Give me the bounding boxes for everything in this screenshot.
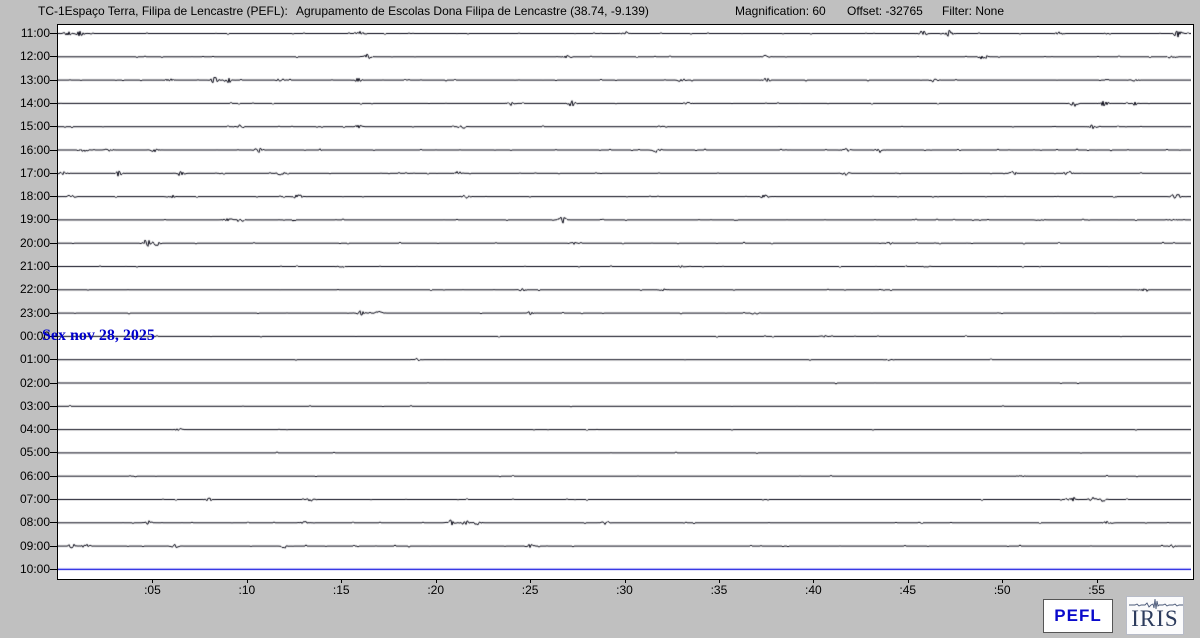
hour-label: 10:00 xyxy=(19,561,50,576)
hour-label: 23:00 xyxy=(19,305,50,320)
hour-tick xyxy=(50,79,58,81)
hour-label: 15:00 xyxy=(19,119,50,134)
hour-label: 21:00 xyxy=(19,259,50,273)
hour-tick xyxy=(50,33,58,34)
helicorder-window: TC-1Espaço Terra, Filipa de Lencastre (P… xyxy=(0,0,1200,638)
hour-tick xyxy=(50,382,58,384)
hour-tick xyxy=(50,196,58,198)
hour-label: 07:00 xyxy=(19,492,50,506)
hour-tick xyxy=(50,289,58,291)
hour-label: 19:00 xyxy=(19,212,50,227)
minute-label: :15 xyxy=(332,583,350,597)
minute-label: :40 xyxy=(804,583,822,597)
seismogram-traces[interactable] xyxy=(58,25,1191,577)
hour-label: 06:00 xyxy=(19,468,50,483)
hour-label: 20:00 xyxy=(19,235,50,250)
hour-tick xyxy=(50,545,58,547)
hour-label: 18:00 xyxy=(19,189,50,204)
hour-tick xyxy=(50,452,58,454)
hour-label: 08:00 xyxy=(19,515,50,530)
hour-tick xyxy=(50,312,58,314)
station-title: TC-1Espaço Terra, Filipa de Lencastre (P… xyxy=(38,4,288,18)
minute-label: :35 xyxy=(710,583,728,597)
minute-label: :45 xyxy=(899,583,917,597)
hour-label: 04:00 xyxy=(19,422,50,437)
hour-label: 03:00 xyxy=(19,398,50,413)
minute-label: :05 xyxy=(144,583,161,597)
hour-label: 14:00 xyxy=(19,95,50,110)
minute-label: :25 xyxy=(521,583,539,597)
hour-label: 17:00 xyxy=(19,165,50,180)
offset-value: Offset: -32765 xyxy=(847,4,923,18)
hour-label: 22:00 xyxy=(19,282,50,297)
hour-tick xyxy=(50,242,58,244)
hour-label: 16:00 xyxy=(19,142,50,157)
magnification-value: Magnification: 60 xyxy=(735,4,826,18)
minute-label: :55 xyxy=(1088,583,1105,597)
helicorder-plot-area[interactable] xyxy=(57,24,1194,580)
minute-label: :50 xyxy=(993,583,1011,597)
minute-label: :30 xyxy=(616,583,633,597)
date-label: Sex nov 28, 2025 xyxy=(42,327,155,344)
minute-label: :20 xyxy=(427,583,444,597)
hour-label: 11:00 xyxy=(20,26,50,40)
filter-value: Filter: None xyxy=(942,4,1005,18)
hour-tick xyxy=(50,475,58,477)
hour-tick xyxy=(50,102,58,104)
hour-label: 02:00 xyxy=(19,375,50,390)
minute-label: :10 xyxy=(238,583,256,597)
hour-label: 13:00 xyxy=(19,72,50,87)
hour-tick xyxy=(50,149,58,151)
hour-tick xyxy=(50,56,58,58)
hour-tick xyxy=(50,405,58,407)
hour-label: 09:00 xyxy=(19,538,50,553)
status-header: TC-1Espaço Terra, Filipa de Lencastre (P… xyxy=(0,0,1200,25)
iris-logo: IRIS xyxy=(1126,596,1184,635)
pefl-logo: PEFL xyxy=(1043,599,1113,633)
hour-label: 05:00 xyxy=(19,445,50,460)
hour-tick xyxy=(50,359,58,361)
hour-tick xyxy=(50,499,58,500)
hour-tick xyxy=(50,219,58,221)
hour-tick xyxy=(50,522,58,524)
hour-tick xyxy=(50,568,58,570)
hour-tick xyxy=(50,172,58,174)
hour-label: 12:00 xyxy=(19,49,50,64)
iris-logo-text: IRIS xyxy=(1131,606,1179,631)
hour-tick xyxy=(50,126,58,128)
pefl-logo-text: PEFL xyxy=(1054,606,1102,625)
station-description: Agrupamento de Escolas Dona Filipa de Le… xyxy=(296,4,649,18)
hour-tick xyxy=(50,429,58,431)
hour-tick xyxy=(50,266,58,267)
hour-label: 01:00 xyxy=(19,352,50,367)
